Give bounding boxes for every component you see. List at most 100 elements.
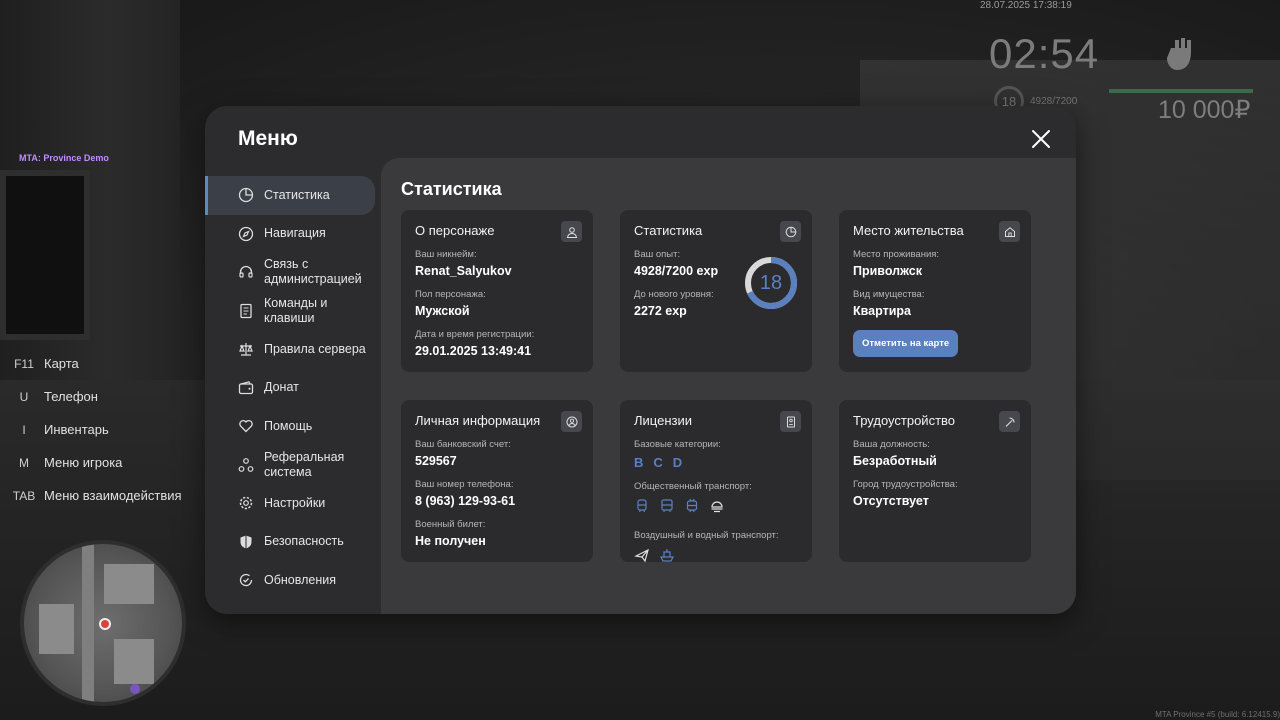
property-type-value: Квартира xyxy=(853,304,911,318)
sidebar-item-settings[interactable]: Настройки xyxy=(205,484,381,523)
minimap-block xyxy=(114,639,154,684)
key-label: Меню взаимодействия xyxy=(44,488,182,503)
people-network-icon xyxy=(238,457,254,473)
sidebar-item-donate[interactable]: Донат xyxy=(205,369,381,408)
fist-icon xyxy=(1163,34,1199,74)
pie-chart-icon xyxy=(780,221,801,242)
sidebar-item-label: Команды и клавиши xyxy=(264,295,328,325)
card-title: Место жительства xyxy=(853,223,964,238)
minimap xyxy=(20,540,186,706)
key-cap: M xyxy=(19,455,29,470)
wallet-icon xyxy=(238,380,254,396)
headset-icon xyxy=(238,264,254,280)
keybind-player-menu[interactable]: M Меню игрока xyxy=(10,446,182,479)
card-residence: Место жительства Место проживания: Приво… xyxy=(839,210,1031,372)
document-icon xyxy=(238,303,254,319)
tram-icon xyxy=(634,498,650,519)
air-water-label: Воздушный и водный транспорт: xyxy=(634,530,779,541)
content-title: Статистика xyxy=(401,179,502,199)
basic-categories-label: Базовые категории: xyxy=(634,439,721,450)
background-window xyxy=(0,170,90,340)
minimap-block xyxy=(39,604,74,654)
health-bar xyxy=(1109,89,1253,93)
sidebar-item-label: Правила сервера xyxy=(264,341,366,356)
bank-account-label: Ваш банковский счет: xyxy=(415,439,511,450)
helmet-icon xyxy=(709,498,725,519)
user-icon xyxy=(561,221,582,242)
shield-icon xyxy=(238,534,254,550)
user-circle-icon xyxy=(561,411,582,432)
position-value: Безработный xyxy=(853,454,937,468)
card-character: О персонаже Ваш никнейм: Renat_Salyukov … xyxy=(401,210,593,372)
gender-value: Мужской xyxy=(415,304,470,318)
content-panel: Статистика О персонаже Ваш никнейм: Rena… xyxy=(381,158,1076,614)
sidebar-item-rules[interactable]: Правила сервера xyxy=(205,330,381,369)
level-number: 18 xyxy=(759,271,783,294)
sidebar-item-label: Обновления xyxy=(264,572,336,587)
north-marker xyxy=(130,684,140,694)
card-statistics: Статистика Ваш опыт: 4928/7200 exp До но… xyxy=(620,210,812,372)
sidebar-item-updates[interactable]: Обновления xyxy=(205,561,381,600)
key-cap: F11 xyxy=(14,356,34,371)
sidebar-item-statistics[interactable]: Статистика xyxy=(205,176,375,215)
property-type-label: Вид имущества: xyxy=(853,289,925,300)
home-icon xyxy=(999,221,1020,242)
menu-window: Меню Статистика Навигация Связь с админи… xyxy=(205,106,1076,614)
military-id-label: Военный билет: xyxy=(415,519,486,530)
sidebar-item-commands[interactable]: Команды и клавиши xyxy=(205,292,381,331)
level-progress-ring: 18 xyxy=(744,256,798,310)
pickaxe-icon xyxy=(999,411,1020,432)
phone-label: Ваш номер телефона: xyxy=(415,479,514,490)
public-transport-label: Общественный транспорт: xyxy=(634,481,752,492)
license-category: B xyxy=(634,455,644,470)
sidebar-item-admin-contact[interactable]: Связь с администрацией xyxy=(205,253,381,292)
sidebar-item-label: Статистика xyxy=(264,187,330,202)
key-label: Инвентарь xyxy=(44,422,109,437)
license-category: C xyxy=(653,455,663,470)
card-title: Личная информация xyxy=(415,413,541,428)
hud-clock: 02:54 xyxy=(989,30,1100,77)
sidebar-item-security[interactable]: Безопасность xyxy=(205,523,381,562)
military-id-value: Не получен xyxy=(415,534,486,548)
player-marker xyxy=(99,618,111,630)
sidebar-item-label: Реферальная система xyxy=(264,449,345,479)
build-info: MTA Province #5 (build: 6.12415.9) xyxy=(1155,710,1280,719)
key-cap: U xyxy=(19,389,29,404)
key-cap: I xyxy=(22,422,26,437)
keybind-list: F11 Карта U Телефон I Инвентарь M Меню игрок… xyxy=(10,347,182,512)
sidebar-item-navigation[interactable]: Навигация xyxy=(205,215,381,254)
residence-place-label: Место проживания: xyxy=(853,249,940,260)
keybind-map[interactable]: F11 Карта xyxy=(10,347,182,380)
card-personal-info: Личная информация Ваш банковский счет: 5… xyxy=(401,400,593,562)
mark-on-map-button[interactable]: Отметить на карте xyxy=(853,330,959,357)
close-button[interactable] xyxy=(1029,127,1053,151)
menu-sidebar: Статистика Навигация Связь с администрац… xyxy=(205,176,381,600)
keybind-phone[interactable]: U Телефон xyxy=(10,380,182,413)
sidebar-item-label: Помощь xyxy=(264,418,313,433)
sidebar-item-help[interactable]: Помощь xyxy=(205,407,381,446)
bank-account-value: 529567 xyxy=(415,454,457,468)
keybind-interaction-menu[interactable]: TAB Меню взаимодействия xyxy=(10,479,182,512)
employment-city-value: Отсутствует xyxy=(853,494,929,508)
card-title: Трудоустройство xyxy=(853,413,956,428)
key-label: Меню игрока xyxy=(44,455,123,470)
license-categories: B C D xyxy=(634,455,798,470)
airplane-icon xyxy=(634,547,650,568)
trolleybus-icon xyxy=(684,498,700,519)
compass-icon xyxy=(238,226,254,242)
phone-value: 8 (963) 129-93-61 xyxy=(415,494,516,508)
card-title: Лицензии xyxy=(634,413,692,428)
minimap-road xyxy=(82,544,94,702)
sidebar-item-label: Безопасность xyxy=(264,534,344,549)
employment-city-label: Город трудоустройства: xyxy=(853,479,958,490)
sidebar-item-referral[interactable]: Реферальная система xyxy=(205,446,381,485)
scales-icon xyxy=(238,341,254,357)
id-card-icon xyxy=(780,411,801,432)
card-title: О персонаже xyxy=(415,223,495,238)
key-label: Карта xyxy=(44,356,79,371)
refresh-check-icon xyxy=(238,572,254,588)
card-title: Статистика xyxy=(634,223,703,238)
keybind-inventory[interactable]: I Инвентарь xyxy=(10,413,182,446)
nickname-label: Ваш никнейм: xyxy=(415,249,477,260)
registration-value: 29.01.2025 13:49:41 xyxy=(415,344,532,358)
